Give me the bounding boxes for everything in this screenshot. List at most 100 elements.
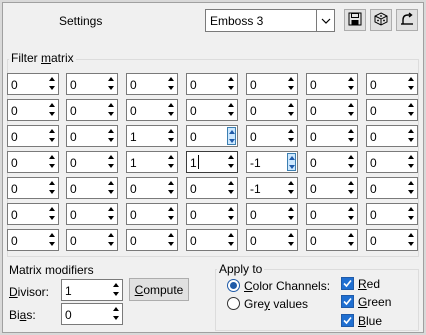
spin-arrows-icon[interactable]: [167, 75, 176, 93]
spin-arrows-icon[interactable]: [347, 153, 356, 171]
matrix-cell-r5-c5[interactable]: -1: [246, 177, 298, 199]
matrix-cell-r6-c4[interactable]: 0: [186, 203, 238, 225]
spin-arrows-icon[interactable]: [407, 205, 416, 223]
matrix-cell-r3-c3[interactable]: 1: [126, 125, 178, 147]
spin-arrows-icon[interactable]: [227, 231, 236, 249]
matrix-cell-r6-c2[interactable]: 0: [66, 203, 118, 225]
matrix-cell-r2-c7[interactable]: 0: [366, 99, 418, 121]
spin-arrows-icon[interactable]: [107, 101, 116, 119]
matrix-cell-r4-c5[interactable]: -1: [246, 151, 298, 173]
spin-arrows-icon[interactable]: [347, 127, 356, 145]
spin-arrows-icon[interactable]: [167, 231, 176, 249]
reset-button[interactable]: [396, 9, 418, 31]
matrix-cell-r5-c3[interactable]: 0: [126, 177, 178, 199]
spin-arrows-icon[interactable]: [287, 153, 296, 171]
matrix-cell-r5-c7[interactable]: 0: [366, 177, 418, 199]
matrix-cell-r4-c6[interactable]: 0: [306, 151, 358, 173]
spin-arrows-icon[interactable]: [347, 179, 356, 197]
spin-arrows-icon[interactable]: [407, 127, 416, 145]
spin-arrows-icon[interactable]: [167, 127, 176, 145]
spin-arrows-icon[interactable]: [48, 205, 57, 223]
save-preset-button[interactable]: [344, 9, 366, 31]
green-checkbox[interactable]: [341, 295, 354, 308]
spin-arrows-icon[interactable]: [107, 205, 116, 223]
spin-arrows-icon[interactable]: [167, 101, 176, 119]
spin-arrows-icon[interactable]: [287, 101, 296, 119]
spin-arrows-icon[interactable]: [287, 231, 296, 249]
matrix-cell-r4-c1[interactable]: 0: [7, 151, 59, 173]
spin-arrows-icon[interactable]: [167, 179, 176, 197]
matrix-cell-r1-c4[interactable]: 0: [186, 73, 238, 95]
matrix-cell-r6-c7[interactable]: 0: [366, 203, 418, 225]
chevron-down-icon[interactable]: [316, 10, 334, 31]
spin-arrows-icon[interactable]: [48, 231, 57, 249]
spin-arrows-icon[interactable]: [107, 153, 116, 171]
matrix-cell-r7-c3[interactable]: 0: [126, 229, 178, 251]
matrix-cell-r2-c1[interactable]: 0: [7, 99, 59, 121]
matrix-cell-r7-c5[interactable]: 0: [246, 229, 298, 251]
spin-arrows-icon[interactable]: [167, 153, 176, 171]
spin-arrows-icon[interactable]: [112, 305, 121, 323]
matrix-cell-r4-c4[interactable]: 1: [186, 151, 238, 173]
spin-arrows-icon[interactable]: [287, 179, 296, 197]
spin-arrows-icon[interactable]: [347, 205, 356, 223]
spin-arrows-icon[interactable]: [48, 127, 57, 145]
matrix-cell-r2-c6[interactable]: 0: [306, 99, 358, 121]
matrix-cell-r4-c2[interactable]: 0: [66, 151, 118, 173]
matrix-cell-r3-c1[interactable]: 0: [7, 125, 59, 147]
matrix-cell-r7-c7[interactable]: 0: [366, 229, 418, 251]
bias-stepper[interactable]: 0: [61, 303, 123, 325]
spin-arrows-icon[interactable]: [107, 179, 116, 197]
spin-arrows-icon[interactable]: [48, 179, 57, 197]
spin-arrows-icon[interactable]: [227, 153, 236, 171]
matrix-cell-r3-c2[interactable]: 0: [66, 125, 118, 147]
spin-arrows-icon[interactable]: [407, 231, 416, 249]
randomize-button[interactable]: [370, 9, 392, 31]
spin-arrows-icon[interactable]: [407, 179, 416, 197]
blue-checkbox[interactable]: [341, 314, 354, 327]
matrix-cell-r6-c3[interactable]: 0: [126, 203, 178, 225]
spin-arrows-icon[interactable]: [287, 127, 296, 145]
compute-button[interactable]: Compute: [129, 278, 189, 301]
matrix-cell-r4-c7[interactable]: 0: [366, 151, 418, 173]
matrix-cell-r5-c2[interactable]: 0: [66, 177, 118, 199]
spin-arrows-icon[interactable]: [407, 75, 416, 93]
preset-dropdown[interactable]: Emboss 3: [205, 9, 335, 32]
matrix-cell-r3-c5[interactable]: 0: [246, 125, 298, 147]
matrix-cell-r1-c2[interactable]: 0: [66, 73, 118, 95]
matrix-cell-r1-c1[interactable]: 0: [7, 73, 59, 95]
spin-arrows-icon[interactable]: [107, 75, 116, 93]
color-channels-radio[interactable]: [227, 279, 240, 292]
matrix-cell-r3-c7[interactable]: 0: [366, 125, 418, 147]
spin-arrows-icon[interactable]: [227, 205, 236, 223]
spin-arrows-icon[interactable]: [407, 153, 416, 171]
spin-arrows-icon[interactable]: [227, 101, 236, 119]
matrix-cell-r1-c3[interactable]: 0: [126, 73, 178, 95]
matrix-cell-r1-c5[interactable]: 0: [246, 73, 298, 95]
matrix-cell-r7-c4[interactable]: 0: [186, 229, 238, 251]
spin-arrows-icon[interactable]: [227, 127, 236, 145]
divisor-stepper[interactable]: 1: [61, 279, 123, 301]
spin-arrows-icon[interactable]: [227, 75, 236, 93]
matrix-cell-r7-c2[interactable]: 0: [66, 229, 118, 251]
matrix-cell-r6-c6[interactable]: 0: [306, 203, 358, 225]
spin-arrows-icon[interactable]: [167, 205, 176, 223]
matrix-cell-r2-c2[interactable]: 0: [66, 99, 118, 121]
matrix-cell-r4-c3[interactable]: 1: [126, 151, 178, 173]
spin-arrows-icon[interactable]: [107, 231, 116, 249]
matrix-cell-r7-c6[interactable]: 0: [306, 229, 358, 251]
matrix-cell-r2-c5[interactable]: 0: [246, 99, 298, 121]
spin-arrows-icon[interactable]: [287, 75, 296, 93]
matrix-cell-r5-c6[interactable]: 0: [306, 177, 358, 199]
red-checkbox[interactable]: [341, 277, 354, 290]
matrix-cell-r6-c1[interactable]: 0: [7, 203, 59, 225]
spin-arrows-icon[interactable]: [48, 75, 57, 93]
matrix-cell-r2-c3[interactable]: 0: [126, 99, 178, 121]
spin-arrows-icon[interactable]: [48, 153, 57, 171]
spin-arrows-icon[interactable]: [107, 127, 116, 145]
spin-arrows-icon[interactable]: [347, 101, 356, 119]
spin-arrows-icon[interactable]: [287, 205, 296, 223]
spin-arrows-icon[interactable]: [48, 101, 57, 119]
matrix-cell-r1-c6[interactable]: 0: [306, 73, 358, 95]
spin-arrows-icon[interactable]: [112, 281, 121, 299]
